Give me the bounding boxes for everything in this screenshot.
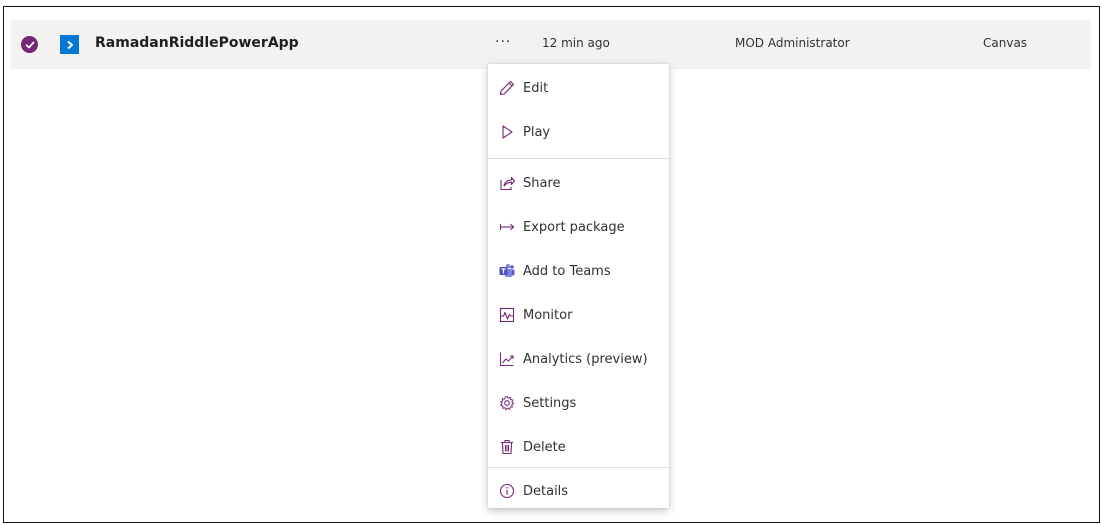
- menu-item-label: Details: [523, 483, 569, 499]
- more-options-button[interactable]: ···: [495, 34, 511, 50]
- menu-item-label: Share: [523, 175, 561, 191]
- teams-icon: [499, 263, 515, 279]
- menu-item-export-package[interactable]: Export package: [488, 205, 669, 249]
- menu-item-label: Delete: [523, 439, 566, 455]
- menu-item-label: Monitor: [523, 307, 573, 323]
- owner-name: MOD Administrator: [735, 36, 850, 50]
- menu-item-label: Play: [523, 124, 551, 140]
- menu-item-monitor[interactable]: Monitor: [488, 293, 669, 337]
- context-menu: Edit Play Share Export package Add to Te…: [488, 64, 669, 508]
- selected-check-icon[interactable]: [21, 36, 38, 53]
- menu-item-analytics[interactable]: Analytics (preview): [488, 337, 669, 381]
- pencil-icon: [499, 80, 515, 96]
- power-app-icon: [60, 35, 79, 54]
- menu-divider: [488, 467, 669, 468]
- menu-item-edit[interactable]: Edit: [488, 66, 669, 110]
- app-list-row[interactable]: RamadanRiddlePowerApp ··· 12 min ago MOD…: [11, 20, 1091, 69]
- menu-item-label: Add to Teams: [523, 263, 611, 279]
- menu-item-delete[interactable]: Delete: [488, 425, 669, 469]
- share-icon: [499, 175, 515, 191]
- menu-divider: [488, 158, 669, 159]
- menu-item-share[interactable]: Share: [488, 161, 669, 205]
- menu-item-label: Edit: [523, 80, 549, 96]
- trash-icon: [499, 439, 515, 455]
- play-icon: [499, 124, 515, 140]
- menu-item-label: Export package: [523, 219, 625, 235]
- menu-item-label: Analytics (preview): [523, 351, 648, 367]
- analytics-icon: [499, 351, 515, 367]
- info-icon: [499, 483, 515, 499]
- menu-item-details[interactable]: Details: [488, 469, 669, 513]
- app-name-link[interactable]: RamadanRiddlePowerApp: [95, 35, 299, 51]
- export-icon: [499, 219, 515, 235]
- menu-item-label: Settings: [523, 395, 577, 411]
- menu-item-settings[interactable]: Settings: [488, 381, 669, 425]
- modified-time: 12 min ago: [542, 36, 610, 50]
- monitor-icon: [499, 307, 515, 323]
- menu-item-add-to-teams[interactable]: Add to Teams: [488, 249, 669, 293]
- menu-item-play[interactable]: Play: [488, 110, 669, 154]
- app-type: Canvas: [983, 36, 1028, 50]
- window-frame: RamadanRiddlePowerApp ··· 12 min ago MOD…: [3, 6, 1100, 523]
- gear-icon: [499, 395, 515, 411]
